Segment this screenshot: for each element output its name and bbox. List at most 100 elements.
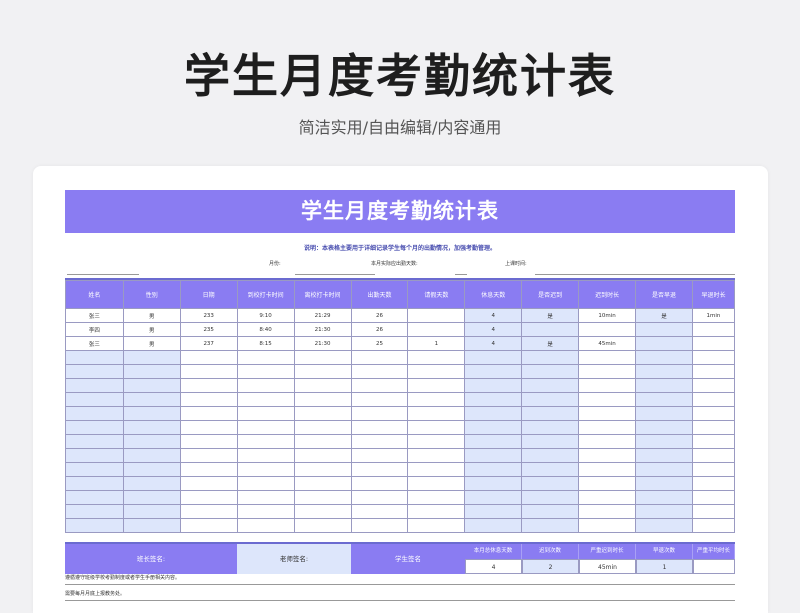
table-cell[interactable]: 张三: [65, 336, 124, 351]
table-cell[interactable]: [236, 392, 295, 407]
table-cell[interactable]: [350, 392, 409, 407]
table-cell[interactable]: [407, 308, 466, 323]
table-cell[interactable]: [464, 434, 523, 449]
table-cell[interactable]: [179, 518, 238, 533]
table-cell[interactable]: [635, 462, 693, 477]
table-cell[interactable]: [464, 504, 523, 519]
table-cell[interactable]: [122, 378, 181, 393]
table-cell[interactable]: [65, 476, 124, 491]
table-cell[interactable]: [350, 518, 409, 533]
table-cell[interactable]: [691, 518, 735, 533]
table-cell[interactable]: [407, 406, 466, 421]
table-cell[interactable]: [578, 350, 637, 365]
table-cell[interactable]: [236, 504, 295, 519]
table-cell[interactable]: [464, 490, 523, 505]
table-cell[interactable]: [236, 476, 295, 491]
table-cell[interactable]: [407, 364, 466, 379]
table-cell[interactable]: [691, 490, 735, 505]
table-cell[interactable]: [578, 462, 637, 477]
table-cell[interactable]: [179, 364, 238, 379]
table-cell[interactable]: [179, 504, 238, 519]
table-cell[interactable]: [293, 364, 352, 379]
table-cell[interactable]: 是: [521, 308, 580, 323]
table-cell[interactable]: [578, 406, 637, 421]
table-cell[interactable]: [236, 448, 295, 463]
table-cell[interactable]: [578, 518, 637, 533]
table-cell[interactable]: 237: [179, 336, 238, 351]
table-cell[interactable]: [578, 476, 637, 491]
table-cell[interactable]: [350, 350, 409, 365]
table-cell[interactable]: 是: [521, 336, 580, 351]
table-cell[interactable]: [122, 350, 181, 365]
table-cell[interactable]: 4: [464, 336, 523, 351]
table-cell[interactable]: [407, 504, 466, 519]
table-cell[interactable]: [122, 392, 181, 407]
table-cell[interactable]: [122, 420, 181, 435]
table-cell[interactable]: 25: [350, 336, 409, 351]
table-cell[interactable]: [521, 392, 580, 407]
table-cell[interactable]: [521, 364, 580, 379]
table-cell[interactable]: [179, 476, 238, 491]
table-cell[interactable]: [122, 518, 181, 533]
table-cell[interactable]: [122, 462, 181, 477]
table-cell[interactable]: [691, 350, 735, 365]
table-cell[interactable]: [122, 504, 181, 519]
table-cell[interactable]: [407, 392, 466, 407]
table-cell[interactable]: [293, 518, 352, 533]
table-cell[interactable]: [635, 406, 693, 421]
table-cell[interactable]: [464, 518, 523, 533]
table-cell[interactable]: [691, 420, 735, 435]
table-cell[interactable]: [122, 434, 181, 449]
table-cell[interactable]: [65, 504, 124, 519]
table-cell[interactable]: [464, 448, 523, 463]
table-cell[interactable]: 男: [122, 322, 181, 337]
table-cell[interactable]: [65, 378, 124, 393]
table-cell[interactable]: [578, 378, 637, 393]
table-cell[interactable]: [407, 448, 466, 463]
table-cell[interactable]: [691, 336, 735, 351]
table-cell[interactable]: [236, 462, 295, 477]
table-cell[interactable]: [407, 476, 466, 491]
table-cell[interactable]: [65, 462, 124, 477]
table-cell[interactable]: [635, 364, 693, 379]
table-cell[interactable]: [350, 434, 409, 449]
table-cell[interactable]: [578, 364, 637, 379]
table-cell[interactable]: [65, 420, 124, 435]
table-cell[interactable]: [635, 350, 693, 365]
table-cell[interactable]: [236, 434, 295, 449]
table-cell[interactable]: [578, 322, 637, 337]
table-cell[interactable]: [635, 434, 693, 449]
table-cell[interactable]: [464, 364, 523, 379]
table-cell[interactable]: [691, 462, 735, 477]
table-cell[interactable]: 233: [179, 308, 238, 323]
table-cell[interactable]: [635, 476, 693, 491]
table-cell[interactable]: [407, 462, 466, 477]
table-cell[interactable]: [521, 518, 580, 533]
table-cell[interactable]: [293, 406, 352, 421]
table-cell[interactable]: 8:15: [236, 336, 295, 351]
table-cell[interactable]: 8:40: [236, 322, 295, 337]
table-cell[interactable]: [521, 406, 580, 421]
table-cell[interactable]: [407, 378, 466, 393]
table-cell[interactable]: [521, 322, 580, 337]
table-cell[interactable]: [578, 448, 637, 463]
table-cell[interactable]: [179, 490, 238, 505]
table-cell[interactable]: [464, 462, 523, 477]
table-cell[interactable]: [521, 420, 580, 435]
table-cell[interactable]: [179, 350, 238, 365]
table-cell[interactable]: [521, 462, 580, 477]
table-cell[interactable]: [578, 490, 637, 505]
table-cell[interactable]: [521, 476, 580, 491]
table-cell[interactable]: [635, 448, 693, 463]
table-cell[interactable]: [464, 392, 523, 407]
table-cell[interactable]: [635, 504, 693, 519]
table-cell[interactable]: 张三: [65, 308, 124, 323]
table-cell[interactable]: [521, 448, 580, 463]
table-cell[interactable]: [350, 476, 409, 491]
table-cell[interactable]: [691, 448, 735, 463]
table-cell[interactable]: [65, 406, 124, 421]
table-cell[interactable]: [407, 420, 466, 435]
table-cell[interactable]: [350, 420, 409, 435]
table-cell[interactable]: [293, 476, 352, 491]
table-cell[interactable]: [407, 322, 466, 337]
